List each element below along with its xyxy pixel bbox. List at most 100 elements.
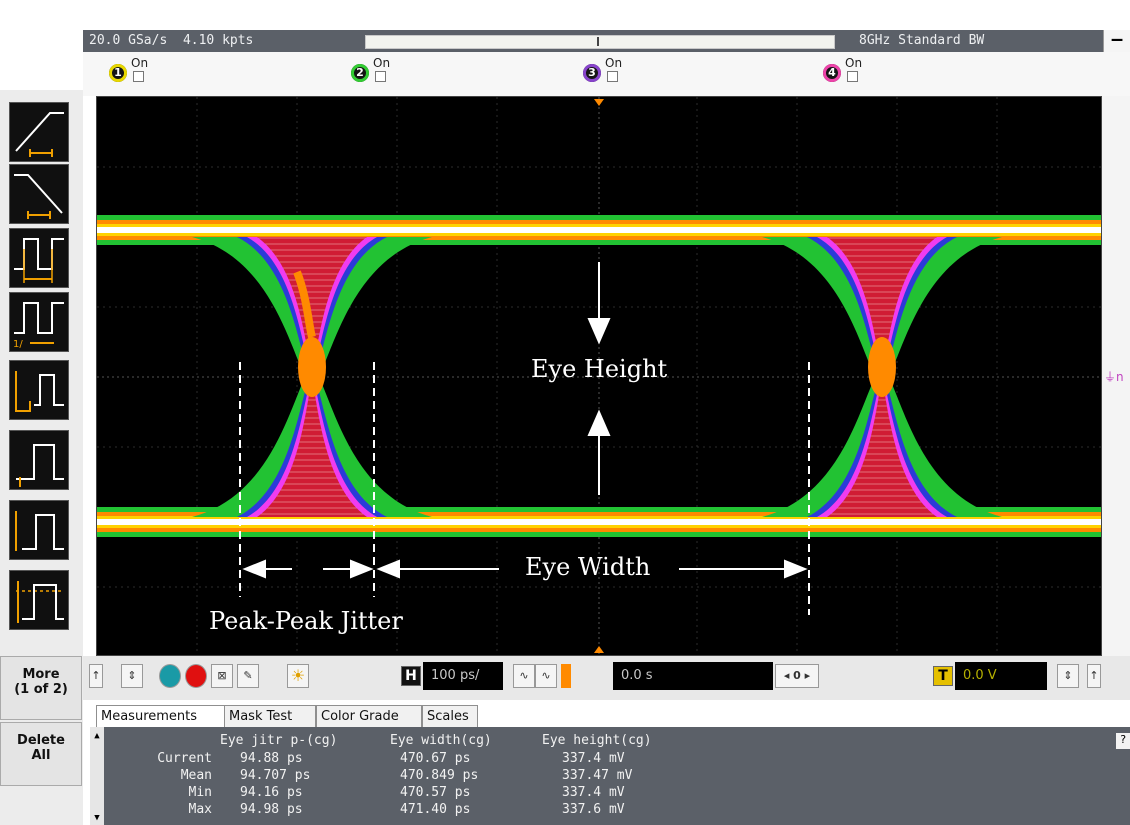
row-label-max: Max [188, 802, 212, 817]
control-bar: ↑ ⇕ ⊠ ✎ ☀ H 100 ps/ ∿ ∿ 0.0 s ◂ 0 ▸ T 0.… [83, 656, 1130, 700]
minimize-button[interactable]: – [1103, 30, 1130, 52]
fall-time-button[interactable] [9, 164, 69, 224]
channel-3-on-label: On [605, 56, 623, 70]
row-label-current: Current [157, 751, 212, 766]
trigger-marker-icon [594, 99, 604, 106]
slider-tick [597, 37, 599, 46]
reference-value: 0 [793, 669, 801, 682]
column-jitter-header: Eye jitr p-(cg) [220, 733, 338, 748]
channel-row: 1 On 2 On 3 On 4 On [83, 52, 1130, 96]
channel-4-badge[interactable]: 4 [823, 64, 841, 82]
table-cell: 94.707 ps [240, 768, 311, 783]
fall-time-icon [14, 174, 63, 219]
tab-mask-test[interactable]: Mask Test [224, 705, 316, 727]
frequency-icon: 1/ [13, 302, 64, 350]
run-indicator-icon[interactable] [159, 664, 181, 688]
channel-3-checkbox[interactable] [607, 71, 618, 82]
stop-indicator-icon[interactable] [185, 664, 207, 688]
table-cell: 470.57 ps [400, 785, 471, 800]
overshoot-icon [16, 581, 64, 623]
period-button[interactable] [9, 228, 69, 288]
rise-time-button[interactable] [9, 102, 69, 162]
right-marker-strip: ⏚n [1102, 96, 1130, 656]
fine-adjust-icon[interactable]: ∿ [535, 664, 557, 688]
lower-rail-core [97, 519, 1101, 525]
help-button[interactable]: ? [1116, 733, 1130, 749]
column-height-header: Eye height(cg) [542, 733, 652, 748]
table-cell: 470.849 ps [400, 768, 479, 783]
bottom-marker-icon [594, 646, 604, 653]
overshoot-button[interactable] [9, 570, 69, 630]
tab-color-grade[interactable]: Color Grade [316, 705, 422, 727]
sample-rate: 20.0 GSa/s 4.10 kpts [89, 33, 254, 48]
eye-width-label: Eye Width [525, 553, 651, 581]
delay-field[interactable]: 0.0 s [613, 662, 773, 690]
delay-marker-icon [561, 664, 571, 688]
column-width-header: Eye width(cg) [390, 733, 492, 748]
arrow-up-icon[interactable]: ↑ [1087, 664, 1101, 688]
table-cell: 94.16 ps [240, 785, 303, 800]
horizontal-badge: H [401, 666, 421, 686]
channel-1-badge[interactable]: 1 [109, 64, 127, 82]
measurement-toolbar: 1/ More (1 of 2) Delete All [0, 90, 83, 825]
more-page-label: (1 of 2) [14, 682, 68, 697]
top-base-button[interactable] [9, 500, 69, 560]
arrow-up-icon[interactable]: ↑ [89, 664, 103, 688]
pulse-width-icon [15, 371, 64, 412]
pulse-width-button[interactable] [9, 360, 69, 420]
rise-time-icon [15, 112, 64, 157]
trigger-level-field[interactable]: 0.0 V [955, 662, 1047, 690]
more-button[interactable]: More (1 of 2) [0, 656, 82, 720]
tab-measurements[interactable]: Measurements [96, 705, 230, 727]
channel-2-checkbox[interactable] [375, 71, 386, 82]
period-icon [14, 238, 64, 283]
channel-1-on-label: On [131, 56, 149, 70]
scroll-spinner[interactable]: ⇕ [121, 664, 143, 688]
channel-4-checkbox[interactable] [847, 71, 858, 82]
delete-label: Delete [17, 733, 65, 748]
more-label: More [22, 667, 60, 682]
table-cell: 337.4 mV [562, 751, 625, 766]
jitter-label: Peak-Peak Jitter [209, 607, 403, 635]
timebase-position-slider[interactable] [365, 35, 835, 49]
bandwidth-label: 8GHz Standard BW [859, 33, 985, 48]
clear-display-icon[interactable]: ✎ [237, 664, 259, 688]
reference-selector[interactable]: ◂ 0 ▸ [775, 664, 819, 688]
memory-depth: 4.10 kpts [182, 33, 254, 48]
table-cell: 337.47 mV [562, 768, 633, 783]
trigger-level-spinner[interactable]: ⇕ [1057, 664, 1079, 688]
table-cell: 471.40 ps [400, 802, 471, 817]
horizontal-scale-field[interactable]: 100 ps/ [423, 662, 503, 690]
channel-4-on-label: On [845, 56, 863, 70]
scroll-up-icon[interactable]: ▲ [90, 729, 104, 743]
row-label-min: Min [188, 785, 212, 800]
table-cell: 94.88 ps [240, 751, 303, 766]
row-label-mean: Mean [180, 768, 212, 783]
top-base-icon [15, 511, 64, 551]
channel-2-badge[interactable]: 2 [351, 64, 369, 82]
channel-3-badge[interactable]: 3 [583, 64, 601, 82]
table-cell: 337.6 mV [562, 802, 625, 817]
table-cell: 337.4 mV [562, 785, 625, 800]
brightness-icon[interactable]: ☀ [287, 664, 309, 688]
frequency-button[interactable]: 1/ [9, 292, 69, 352]
single-acquire-icon[interactable]: ⊠ [211, 664, 233, 688]
svg-text:1/: 1/ [13, 339, 23, 350]
delete-sub-label: All [31, 748, 51, 763]
scroll-down-icon[interactable]: ▼ [90, 811, 104, 825]
trigger-badge: T [933, 666, 953, 686]
channel-1-checkbox[interactable] [133, 71, 144, 82]
delete-all-button[interactable]: Delete All [0, 722, 82, 786]
measurements-scrollbar[interactable]: ▲ ▼ [90, 727, 104, 825]
coarse-adjust-icon[interactable]: ∿ [513, 664, 535, 688]
upper-rail-core [97, 227, 1101, 233]
amplitude-button[interactable] [9, 430, 69, 490]
tab-scales[interactable]: Scales [422, 705, 478, 727]
amplitude-icon [16, 444, 64, 487]
acquisition-status-bar: 20.0 GSa/s 4.10 kpts 8GHz Standard BW – [83, 30, 1130, 52]
eye-height-label: Eye Height [531, 355, 668, 383]
table-cell: 94.98 ps [240, 802, 303, 817]
channel-offset-marker-icon[interactable]: ⏚n [1104, 368, 1124, 385]
measurements-panel: ▲ ▼ Eye jitr p-(cg) Eye width(cg) Eye he… [90, 727, 1130, 825]
waveform-display[interactable]: Eye Height Eye Width Peak-Peak Jitter [96, 96, 1102, 656]
